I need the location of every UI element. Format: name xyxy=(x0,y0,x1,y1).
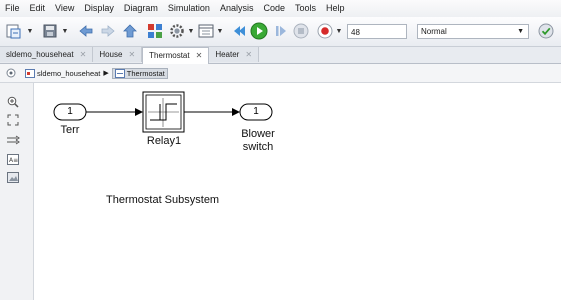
tab-heater[interactable]: Heater ✕ xyxy=(209,47,260,62)
tab-label: Heater xyxy=(215,50,240,59)
step-forward-button[interactable] xyxy=(271,21,291,41)
gear-icon xyxy=(170,24,184,38)
check-icon xyxy=(538,23,554,39)
annotation-icon: A≡ xyxy=(7,154,19,165)
save-dropdown[interactable]: ▼ xyxy=(60,21,70,41)
stop-button[interactable] xyxy=(291,21,311,41)
forward-arrow-icon xyxy=(101,25,115,37)
breadcrumb-root-label: sldemo_househeat xyxy=(37,68,101,78)
tab-label: House xyxy=(99,50,123,59)
fit-view-icon xyxy=(7,114,19,125)
stop-icon xyxy=(293,23,309,39)
breadcrumb-current[interactable]: Thermostat xyxy=(111,67,168,79)
inport-label: Terr xyxy=(60,124,80,136)
menu-simulation[interactable]: Simulation xyxy=(163,0,215,17)
chevron-down-icon: ▼ xyxy=(26,27,34,35)
breadcrumb-root[interactable]: sldemo_househeat xyxy=(25,68,101,78)
close-icon[interactable]: ✕ xyxy=(196,51,203,60)
close-icon[interactable]: ✕ xyxy=(245,50,252,59)
outport-number: 1 xyxy=(253,106,259,117)
menu-diagram[interactable]: Diagram xyxy=(119,0,163,17)
stop-time-input[interactable]: 48 xyxy=(347,24,407,39)
chevron-down-icon: ▼ xyxy=(61,27,69,35)
close-icon[interactable]: ✕ xyxy=(128,50,135,59)
record-button[interactable] xyxy=(315,21,335,41)
image-icon xyxy=(7,172,19,183)
breadcrumb-separator: ▶ xyxy=(103,70,109,77)
menu-help[interactable]: Help xyxy=(321,0,350,17)
outport-label-line1: Blower xyxy=(241,128,275,140)
subsystem-icon xyxy=(114,68,125,78)
tab-thermostat[interactable]: Thermostat ✕ xyxy=(142,47,210,64)
chevron-down-icon: ▼ xyxy=(216,27,224,35)
breadcrumb-current-label: Thermostat xyxy=(126,68,165,78)
breadcrumb: sldemo_househeat ▶ Thermostat xyxy=(0,64,561,83)
save-icon xyxy=(43,24,57,38)
library-browser-button[interactable] xyxy=(145,21,165,41)
collapse-icon xyxy=(6,68,16,78)
step-back-icon xyxy=(234,26,245,36)
tab-sldemo-househeat[interactable]: sldemo_househeat ✕ xyxy=(0,47,94,62)
signal-arrows-icon xyxy=(7,135,20,144)
zoom-in-icon xyxy=(7,96,19,108)
menu-tools[interactable]: Tools xyxy=(290,0,321,17)
annotation-button[interactable]: A≡ xyxy=(6,153,20,166)
model-explorer-dropdown[interactable]: ▼ xyxy=(216,21,224,41)
step-back-button[interactable] xyxy=(229,21,249,41)
new-model-button[interactable] xyxy=(3,21,25,41)
hide-explorer-button[interactable] xyxy=(5,67,17,79)
back-button[interactable] xyxy=(76,21,96,41)
image-button[interactable] xyxy=(6,171,20,184)
run-button[interactable] xyxy=(249,21,269,41)
model-explorer-icon xyxy=(198,24,214,38)
fit-to-view-button[interactable] xyxy=(6,113,20,126)
up-arrow-icon xyxy=(123,24,137,38)
model-canvas[interactable]: 1 1 Terr Relay1 Blower switch Thermostat… xyxy=(34,83,561,300)
close-icon[interactable]: ✕ xyxy=(80,50,87,59)
relay-label: Relay1 xyxy=(146,135,182,147)
simulation-mode-value: Normal xyxy=(421,27,447,36)
model-explorer-button[interactable] xyxy=(196,21,216,41)
model-config-button[interactable] xyxy=(167,21,187,41)
up-to-parent-button[interactable] xyxy=(120,21,140,41)
toolbar: ▼ ▼ ▼ ▼ ▼ 48 Normal ▼ xyxy=(0,17,561,47)
simulation-mode-select[interactable]: Normal ▼ xyxy=(417,24,529,39)
tab-label: Thermostat xyxy=(149,51,190,60)
outport-label-line2: switch xyxy=(242,141,274,153)
chevron-down-icon: ▼ xyxy=(335,27,343,35)
outport-label: Blower switch xyxy=(230,128,286,154)
menu-display[interactable]: Display xyxy=(79,0,119,17)
diagram-lines xyxy=(53,91,273,133)
chevron-down-icon: ▼ xyxy=(517,28,524,35)
subsystem-annotation[interactable]: Thermostat Subsystem xyxy=(106,194,266,206)
menu-file[interactable]: File xyxy=(0,0,25,17)
inport-number: 1 xyxy=(67,106,73,117)
chevron-down-icon: ▼ xyxy=(187,27,195,35)
tab-label: sldemo_househeat xyxy=(6,50,74,59)
menu-analysis[interactable]: Analysis xyxy=(215,0,259,17)
hide-signals-button[interactable] xyxy=(6,133,20,146)
record-dropdown[interactable]: ▼ xyxy=(335,21,343,41)
library-browser-icon xyxy=(148,24,162,38)
tab-house[interactable]: House ✕ xyxy=(93,47,143,62)
svg-text:A≡: A≡ xyxy=(9,157,18,164)
tool-palette: A≡ xyxy=(0,83,34,300)
model-config-dropdown[interactable]: ▼ xyxy=(187,21,195,41)
new-model-dropdown[interactable]: ▼ xyxy=(25,21,35,41)
new-model-icon xyxy=(6,24,21,39)
record-icon xyxy=(317,23,333,39)
step-forward-icon xyxy=(276,26,286,36)
back-arrow-icon xyxy=(79,25,93,37)
menu-edit[interactable]: Edit xyxy=(25,0,51,17)
menu-bar: File Edit View Display Diagram Simulatio… xyxy=(0,0,561,17)
forward-button[interactable] xyxy=(98,21,118,41)
menu-view[interactable]: View xyxy=(50,0,79,17)
save-button[interactable] xyxy=(40,21,60,41)
model-icon xyxy=(25,68,35,78)
model-tabs: sldemo_househeat ✕ House ✕ Thermostat ✕ Hea… xyxy=(0,47,561,64)
model-advisor-button[interactable] xyxy=(536,21,556,41)
zoom-button[interactable] xyxy=(6,95,20,108)
menu-code[interactable]: Code xyxy=(258,0,290,17)
play-icon xyxy=(250,22,268,40)
